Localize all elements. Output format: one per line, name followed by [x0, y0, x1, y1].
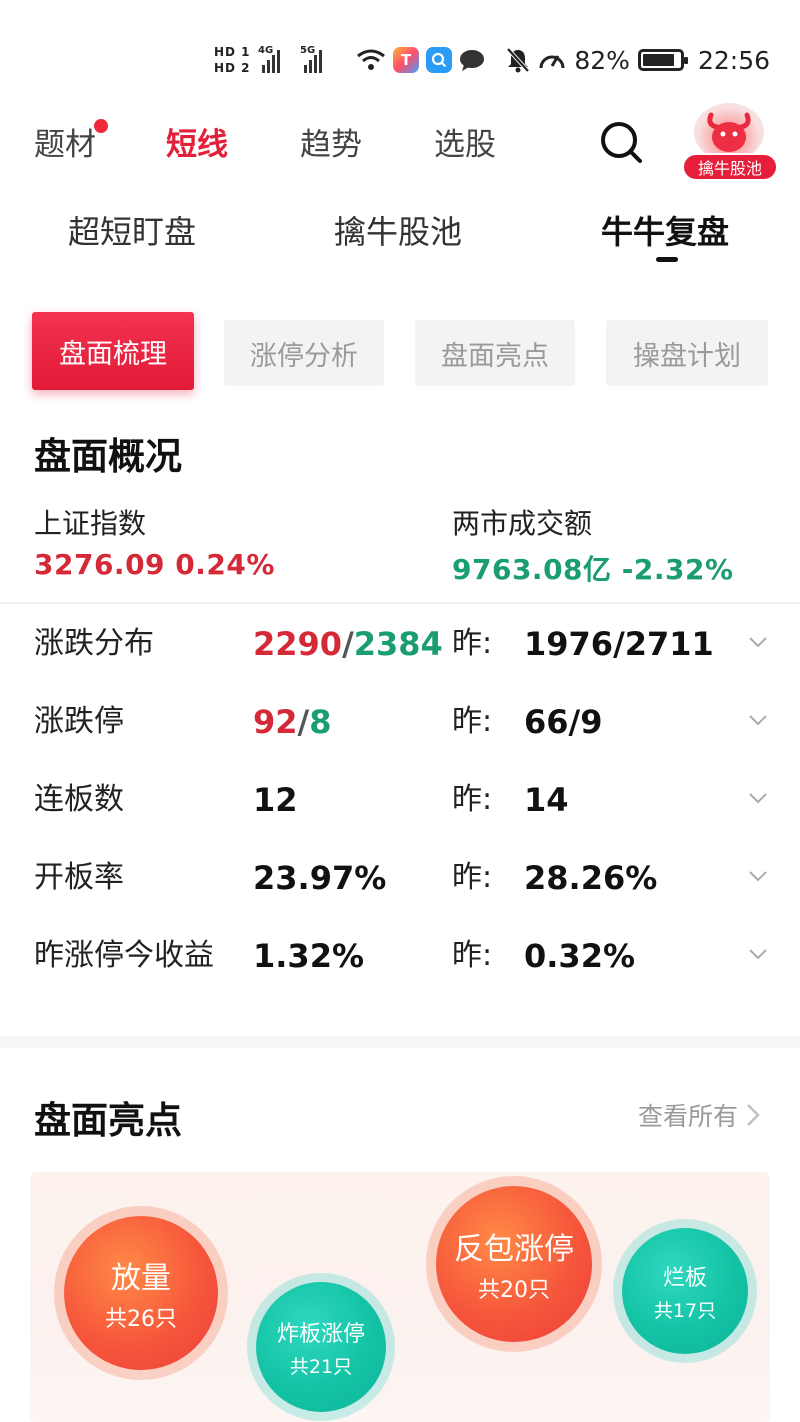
mute-bell-icon: [506, 47, 530, 73]
top-nav: 题材 短线 趋势 选股 擒牛股池: [0, 103, 800, 185]
bubble-name: 放量: [111, 1261, 171, 1296]
prev-label: 昨:: [452, 782, 493, 817]
active-tab-indicator: [656, 257, 678, 262]
wifi-icon: [357, 49, 385, 70]
view-all-link[interactable]: 查看所有: [638, 1097, 760, 1133]
bubble-count: 共17只: [653, 1299, 717, 1322]
overview-title: 盘面概况: [34, 435, 182, 478]
turnover-label: 两市成交额: [452, 507, 593, 540]
prev-label: 昨:: [452, 704, 493, 739]
divider: [0, 602, 800, 604]
stat-label: 涨跌停: [34, 704, 124, 739]
sh-index-label: 上证指数: [34, 507, 147, 540]
prev-label: 昨:: [452, 938, 493, 973]
battery-icon: [637, 49, 688, 71]
prev-value: 0.32%: [524, 937, 636, 975]
signal-4g-icon: 4G: [258, 45, 280, 73]
stat-value: 2290/2384: [253, 614, 443, 674]
notification-icons: T: [356, 38, 485, 82]
prev-value: 66/9: [524, 703, 603, 741]
tab-chaoduan[interactable]: 超短盯盘: [68, 207, 196, 253]
sh-index-value: 3276.09 0.24%: [34, 548, 275, 581]
bull-pool-button[interactable]: 擒牛股池: [682, 103, 778, 183]
chip-zhang-ting-fen-xi[interactable]: 涨停分析: [224, 320, 384, 386]
stat-row-limit[interactable]: 涨跌停 92/8 昨: 66/9: [0, 692, 800, 752]
bubble-zhaban[interactable]: 炸板涨停 共21只: [256, 1282, 386, 1412]
tab-qushi[interactable]: 趋势: [300, 119, 362, 164]
chevron-down-icon[interactable]: [748, 788, 768, 808]
chat-icon: [460, 50, 484, 71]
clock: 22:56: [697, 45, 770, 75]
chevron-down-icon[interactable]: [748, 632, 768, 652]
signal-5g-icon: 5G: [300, 45, 322, 73]
search-app-icon: [426, 47, 452, 73]
bubble-name: 烂板: [662, 1265, 707, 1291]
chip-pan-mian-liang-dian[interactable]: 盘面亮点: [415, 320, 575, 386]
stat-label: 涨跌分布: [34, 626, 154, 661]
prev-label: 昨:: [452, 860, 493, 895]
separator: /: [297, 703, 310, 741]
tab-fupan[interactable]: 牛牛复盘: [601, 207, 729, 253]
section-divider: [0, 1036, 800, 1048]
bubble-name: 反包涨停: [454, 1232, 574, 1267]
chevron-down-icon[interactable]: [748, 944, 768, 964]
stat-value: 1.32%: [253, 937, 365, 975]
status-right: 82% 22:56: [506, 38, 770, 82]
stat-row-consecutive[interactable]: 连板数 12 昨: 14: [0, 770, 800, 830]
speed-gauge-icon: [539, 55, 565, 69]
bull-pool-badge: 擒牛股池: [682, 153, 778, 181]
tab-duanxian[interactable]: 短线: [166, 119, 228, 164]
tab-ticai[interactable]: 题材: [34, 119, 96, 164]
separator: /: [342, 625, 354, 663]
prev-label: 昨:: [452, 626, 493, 661]
highlights-title: 盘面亮点: [34, 1099, 182, 1142]
down-count: 2384: [353, 625, 443, 663]
stat-row-distribution[interactable]: 涨跌分布 2290/2384 昨: 1976/2711: [0, 614, 800, 674]
hd1-label: HD 1: [214, 45, 251, 59]
down-count: 8: [309, 703, 332, 741]
chip-cao-pan-ji-hua[interactable]: 操盘计划: [606, 320, 768, 386]
stat-row-open-rate[interactable]: 开板率 23.97% 昨: 28.26%: [0, 848, 800, 908]
chip-pan-mian-shu-li[interactable]: 盘面梳理: [32, 312, 194, 390]
turnover-value: 9763.08亿 -2.32%: [452, 553, 734, 586]
view-all-label: 查看所有: [638, 1102, 739, 1131]
prev-value: 28.26%: [524, 859, 658, 897]
hd-indicator: HD 1 HD 2: [214, 38, 251, 82]
prev-value: 1976/2711: [524, 625, 714, 663]
bubble-count: 共26只: [105, 1307, 177, 1332]
stat-value: 12: [253, 781, 298, 819]
signal-group: 4G 5G: [258, 38, 322, 82]
chevron-down-icon[interactable]: [748, 710, 768, 730]
bubble-name: 炸板涨停: [276, 1321, 365, 1347]
app-notification-icon: T: [393, 47, 419, 73]
hd2-label: HD 2: [214, 61, 251, 75]
battery-percent: 82%: [574, 45, 630, 75]
bubble-count: 共20只: [478, 1278, 550, 1303]
bubble-fangliang[interactable]: 放量 共26只: [64, 1216, 218, 1370]
section-chips: 盘面梳理 涨停分析 盘面亮点 操盘计划: [0, 312, 800, 392]
status-bar: HD 1 HD 2 4G 5G T 82% 22:56: [0, 0, 800, 110]
chevron-right-icon: [747, 1104, 760, 1126]
stat-label: 昨涨停今收益: [34, 938, 214, 973]
chevron-down-icon[interactable]: [748, 866, 768, 886]
bubble-lanban[interactable]: 烂板 共17只: [622, 1228, 748, 1354]
tab-xuangu[interactable]: 选股: [434, 119, 496, 164]
search-icon[interactable]: [598, 119, 644, 165]
stat-value: 23.97%: [253, 859, 387, 897]
highlights-bubbles: 放量 共26只 炸板涨停 共21只 反包涨停 共20只 烂板 共17只: [30, 1172, 770, 1422]
stat-value: 92/8: [253, 692, 331, 752]
tab-qinniu[interactable]: 擒牛股池: [334, 207, 462, 253]
stat-row-yesterday-return[interactable]: 昨涨停今收益 1.32% 昨: 0.32%: [0, 926, 800, 986]
unread-dot: [94, 119, 108, 133]
up-count: 92: [253, 703, 298, 741]
bubble-fanbao[interactable]: 反包涨停 共20只: [436, 1186, 592, 1342]
stat-label: 开板率: [34, 860, 124, 895]
bubble-count: 共21只: [289, 1355, 353, 1378]
up-count: 2290: [253, 625, 343, 663]
prev-value: 14: [524, 781, 569, 819]
sub-nav: 超短盯盘 擒牛股池 牛牛复盘: [0, 195, 800, 275]
stat-label: 连板数: [34, 782, 124, 817]
